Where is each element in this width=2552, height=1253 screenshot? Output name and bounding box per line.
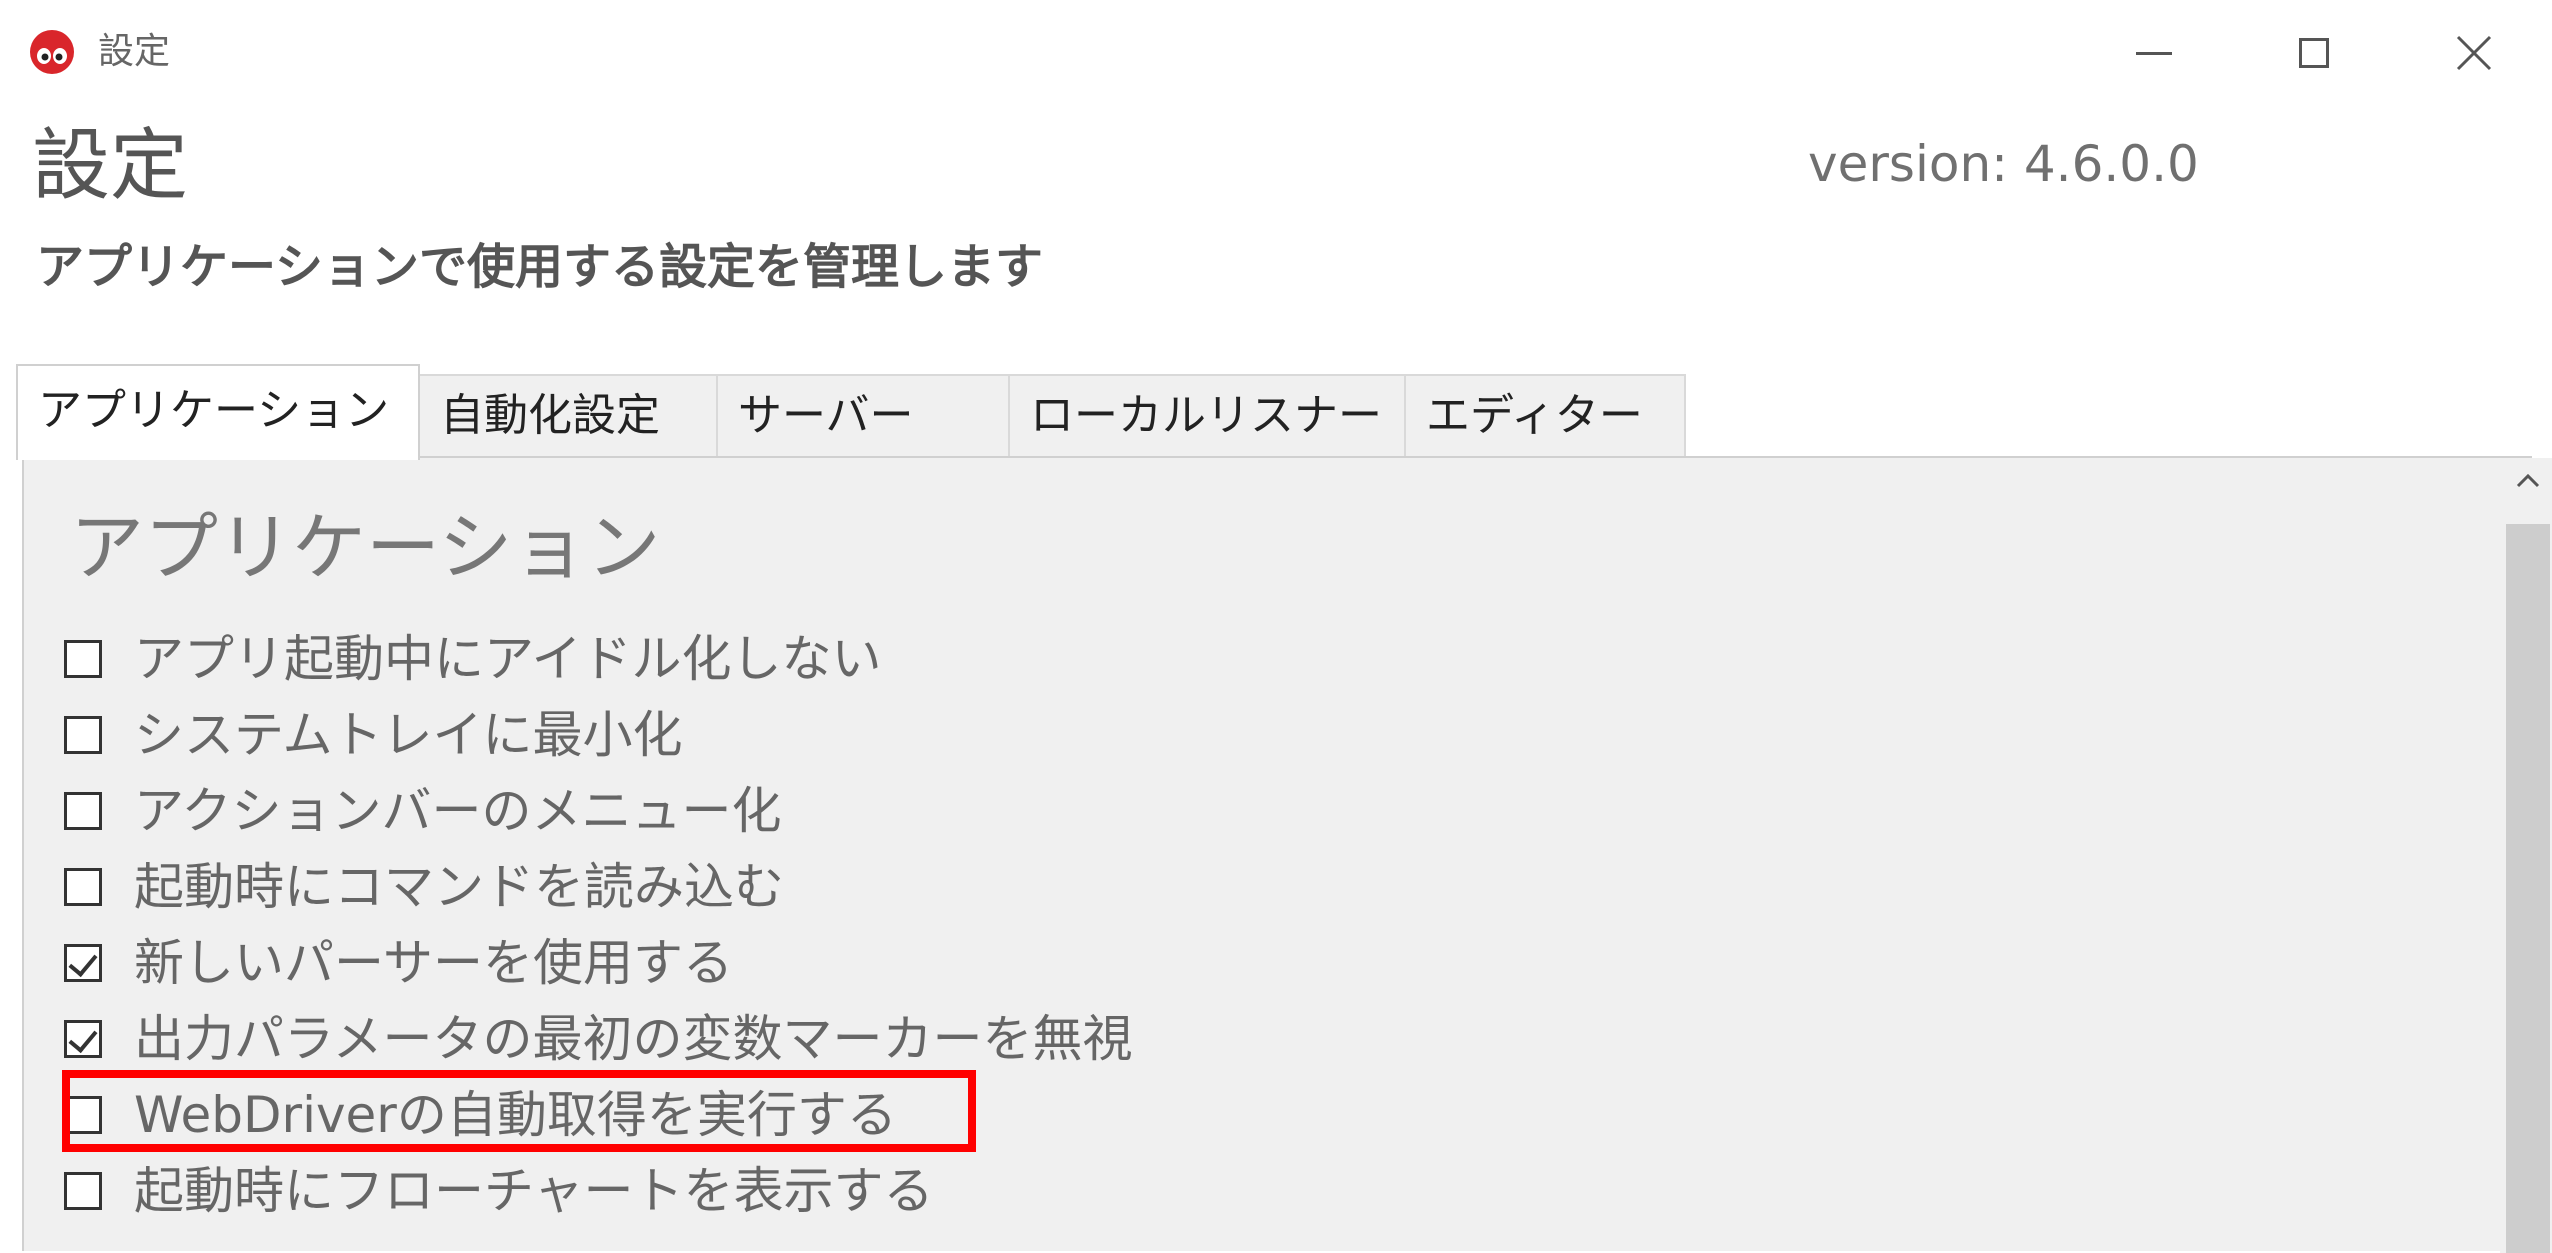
chevron-up-icon[interactable] [2514,470,2542,490]
option-new-parser[interactable]: 新しいパーサーを使用する [64,924,733,1002]
checkbox-checked[interactable] [64,944,102,982]
option-minimize-to-tray[interactable]: システムトレイに最小化 [64,696,683,774]
highlight-box [62,1070,976,1152]
option-label: 起動時にコマンドを読み込む [134,858,784,916]
tab-server[interactable]: サーバー [716,374,1010,458]
tab-editor[interactable]: エディター [1404,374,1686,458]
red-robot-app-icon [30,30,74,74]
minimize-button[interactable] [2084,14,2224,92]
page-subtitle: アプリケーションで使用する設定を管理します [36,239,1044,295]
option-webdriver-auto-fetch[interactable]: WebDriverの自動取得を実行する [62,1070,976,1154]
maximize-icon [2299,38,2329,68]
vertical-scrollbar[interactable] [2500,458,2552,1253]
option-label: アプリ起動中にアイドル化しない [134,630,882,688]
option-label: 新しいパーサーを使用する [134,934,733,992]
option-no-idle[interactable]: アプリ起動中にアイドル化しない [64,620,882,698]
option-label: 出力パラメータの最初の変数マーカーを無視 [134,1010,1133,1068]
page-title: 設定 [32,121,189,211]
maximize-button[interactable] [2244,14,2384,92]
checkbox[interactable] [64,1172,102,1210]
option-label: アクションバーのメニュー化 [134,782,782,840]
close-icon [2456,35,2492,71]
checkbox[interactable] [64,868,102,906]
option-label: 起動時にフローチャートを表示する [134,1162,934,1220]
scrollbar-thumb[interactable] [2506,524,2550,1253]
option-actionbar-menu[interactable]: アクションバーのメニュー化 [64,772,782,850]
option-ignore-first-variable-marker[interactable]: 出力パラメータの最初の変数マーカーを無視 [64,1000,1133,1078]
application-settings-panel: アプリケーション アプリ起動中にアイドル化しない システムトレイに最小化 アクシ… [22,456,2552,1253]
checkbox[interactable] [64,640,102,678]
title-bar: 設定 [0,0,2552,104]
checkbox[interactable] [64,792,102,830]
checkbox-checked[interactable] [64,1020,102,1058]
window-title: 設定 [98,31,171,72]
close-button[interactable] [2404,14,2544,92]
version-label: version: 4.6.0.0 [1808,135,2199,193]
section-title: アプリケーション [70,505,661,591]
minimize-icon [2136,51,2172,55]
tab-local-listener[interactable]: ローカルリスナー [1008,374,1406,458]
tab-application[interactable]: アプリケーション [16,364,420,460]
checkbox[interactable] [64,716,102,754]
option-load-commands-on-start[interactable]: 起動時にコマンドを読み込む [64,848,784,926]
option-label: システムトレイに最小化 [134,706,683,764]
option-show-flowchart-on-start[interactable]: 起動時にフローチャートを表示する [64,1152,934,1230]
tab-automation-settings[interactable]: 自動化設定 [418,374,718,458]
